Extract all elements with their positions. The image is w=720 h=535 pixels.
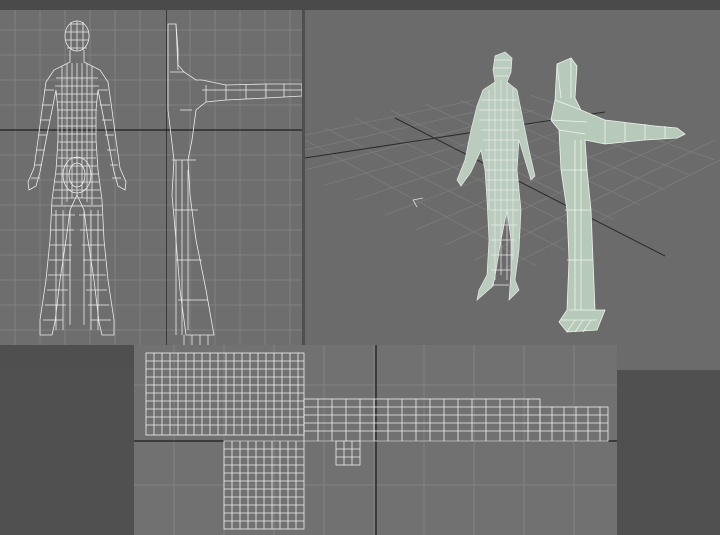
dark-panel-right (617, 370, 720, 535)
side-viewport-canvas (166, 10, 302, 345)
dark-panel-left (0, 370, 134, 535)
front-viewport[interactable] (0, 10, 166, 345)
top-bar (0, 0, 720, 10)
uv-viewport-canvas (134, 345, 617, 535)
perspective-viewport[interactable] (305, 10, 720, 370)
perspective-viewport-canvas (305, 10, 720, 370)
side-viewport[interactable] (166, 10, 302, 345)
uv-viewport[interactable] (134, 345, 617, 535)
front-viewport-canvas (0, 10, 166, 345)
